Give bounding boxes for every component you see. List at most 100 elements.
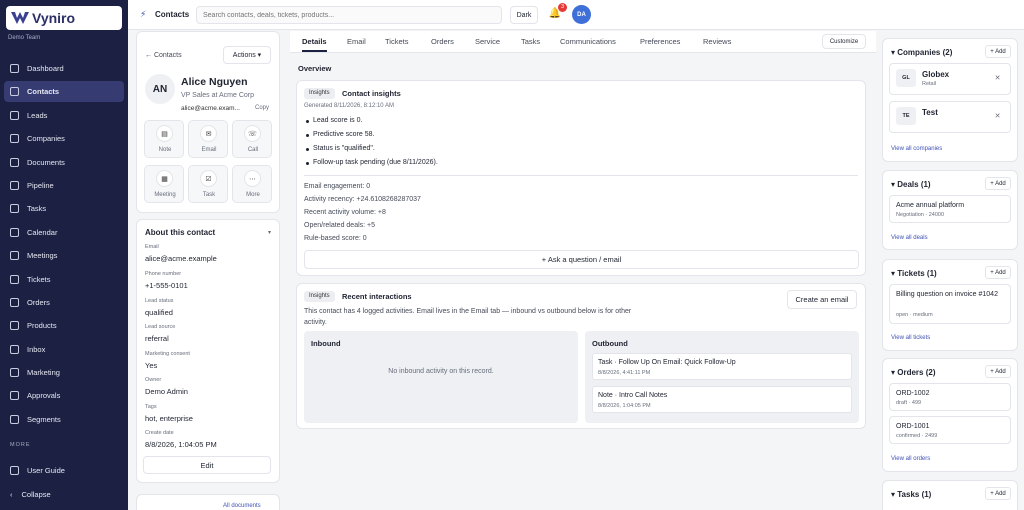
sidebar-item-contacts[interactable]: Contacts [4,81,124,103]
brand-logo[interactable]: Vyniro [6,6,122,30]
sidebar-item-label: Calendar [27,227,58,237]
deals-title[interactable]: ▾ Deals (1) [891,180,931,189]
dark-mode-button[interactable]: Dark [510,6,538,24]
file-icon [10,157,19,167]
tab-email[interactable]: Email [347,31,366,52]
companies-title[interactable]: ▾ Companies (2) [891,48,952,57]
check-icon [10,204,19,214]
sidebar-item-label: Dashboard [27,64,64,73]
edit-contact-button[interactable]: Edit [143,456,271,474]
sidebar-item-pipeline[interactable]: Pipeline [4,175,124,196]
tickets-title-text: Tickets (1) [897,269,937,278]
search-input[interactable] [196,6,502,24]
order-item[interactable]: ORD-1001 confirmed · 2499 [889,416,1011,444]
tasks-title-text: Tasks (1) [897,490,932,499]
caret-down-icon[interactable]: ▾ [268,229,271,236]
note-icon: ▤ [156,125,173,142]
sidebar-item-meetings[interactable]: Meetings [4,245,124,266]
add-order-button[interactable]: + Add [985,365,1011,378]
add-ticket-button[interactable]: + Add [985,266,1011,279]
activity-row[interactable]: Task · Follow Up On Email: Quick Follow-… [592,353,852,380]
sidebar-item-calendar[interactable]: Calendar [4,222,124,243]
more-icon: ⋯ [244,170,261,187]
quick-action-label: Note [158,147,172,153]
tab-service[interactable]: Service [475,31,500,52]
sidebar-item-dashboard[interactable]: Dashboard [4,58,124,79]
orders-title-text: Orders (2) [897,368,936,377]
customize-button[interactable]: Customize [822,34,866,49]
add-company-button[interactable]: + Add [985,45,1011,58]
quick-action-note[interactable]: ▤ Note [144,120,184,158]
copy-email-button[interactable]: Copy [255,105,269,111]
close-icon[interactable]: ✕ [992,110,1003,121]
sidebar-item-user-guide[interactable]: User Guide [4,460,124,481]
field-label: Owner [145,377,162,383]
tickets-title[interactable]: ▾ Tickets (1) [891,269,937,278]
all-documents-link[interactable]: All documents [223,503,261,509]
user-avatar[interactable]: DA [572,5,591,24]
sidebar-item-tasks[interactable]: Tasks [4,198,124,219]
create-email-button[interactable]: Create an email [787,290,857,309]
actions-dropdown[interactable]: Actions ▾ [223,46,271,64]
mail-icon: ✉ [200,125,217,142]
building-icon [10,134,19,144]
company-item[interactable]: GL Globex Retail ✕ [889,63,1011,95]
sidebar-item-leads[interactable]: Leads [4,105,124,126]
inbound-column: Inbound No inbound activity on this reco… [304,331,578,423]
quick-action-meeting[interactable]: ▦ Meeting [144,165,184,203]
tab-tasks[interactable]: Tasks [521,31,540,52]
close-icon[interactable]: ✕ [992,72,1003,83]
activity-row[interactable]: Note · Intro Call Notes 8/8/2026, 1:04:0… [592,386,852,413]
field-label: Marketing consent [145,351,190,357]
more-section-label: MORE [10,442,31,448]
orders-title[interactable]: ▾ Orders (2) [891,368,935,377]
back-to-contacts-link[interactable]: ← Contacts [145,52,182,59]
tab-tickets[interactable]: Tickets [385,31,408,52]
collapse-button[interactable]: ‹ Collapse [10,490,51,499]
tasks-title[interactable]: ▾ Tasks (1) [891,490,931,499]
chevron-left-icon: ‹ [10,490,13,499]
tab-reviews[interactable]: Reviews [703,31,731,52]
sidebar-item-label: Products [27,321,57,331]
quick-action-more[interactable]: ⋯ More [232,165,272,203]
quick-action-email[interactable]: ✉ Email [188,120,228,158]
field-value: 8/8/2026, 1:04:05 PM [145,440,217,449]
view-all-tickets-link[interactable]: View all tickets [891,335,930,341]
deal-item[interactable]: Acme annual platform Negotiation · 24000 [889,195,1011,223]
sidebar-item-label: Inbox [27,344,46,354]
view-all-orders-link[interactable]: View all orders [891,456,930,462]
quick-action-label: Meeting [154,192,176,198]
add-task-button[interactable]: + Add [985,487,1011,500]
tab-preferences[interactable]: Preferences [640,31,680,52]
view-all-companies-link[interactable]: View all companies [891,146,942,152]
sidebar-item-orders[interactable]: Orders [4,292,124,313]
sidebar-item-products[interactable]: Products [4,315,124,336]
tab-details[interactable]: Details [302,31,327,52]
sidebar-item-label: Segments [27,414,61,424]
order-id: ORD-1002 [896,390,930,397]
quick-action-task[interactable]: ☑ Task [188,165,228,203]
sidebar-item-companies[interactable]: Companies [4,128,124,149]
tab-orders[interactable]: Orders [431,31,454,52]
company-item[interactable]: TE Test ✕ [889,101,1011,133]
quick-action-call[interactable]: ☏ Call [232,120,272,158]
view-all-deals-link[interactable]: View all deals [891,235,928,241]
sidebar-item-approvals[interactable]: Approvals [4,385,124,406]
field-label: Email [145,244,159,250]
collapse-label: Collapse [21,490,51,499]
sidebar-item-documents[interactable]: Documents [4,152,124,173]
contact-email: alice@acme.exam... [181,105,240,112]
sidebar-item-segments[interactable]: Segments [4,409,124,430]
sidebar-item-tickets[interactable]: Tickets [4,269,124,290]
about-title: About this contact [145,228,216,237]
sidebar-item-inbox[interactable]: Inbox [4,339,124,360]
insights-title: Contact insights [342,89,401,98]
ask-question-button[interactable]: + Ask a question / email [304,250,859,269]
sidebar-item-label: Approvals [27,391,61,401]
order-item[interactable]: ORD-1002 draft · 499 [889,383,1011,411]
tab-communications[interactable]: Communications [560,31,616,52]
sidebar-item-label: Tickets [27,274,51,284]
ticket-item[interactable]: Billing question on invoice #1042 open ·… [889,284,1011,324]
add-deal-button[interactable]: + Add [985,177,1011,190]
sidebar-item-marketing[interactable]: Marketing [4,362,124,383]
